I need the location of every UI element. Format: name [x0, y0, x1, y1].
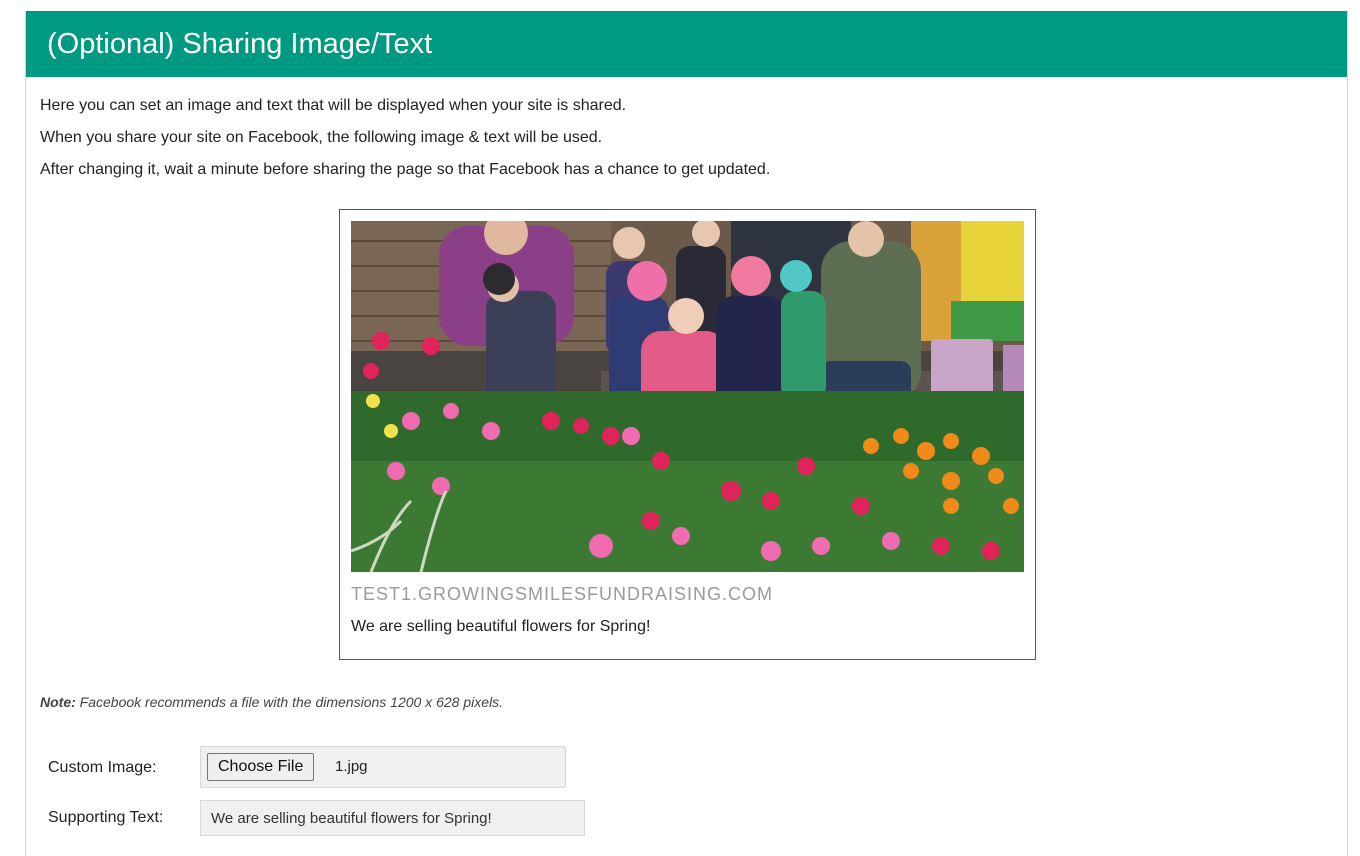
custom-image-file-input[interactable]: Choose File 1.jpg [200, 746, 566, 788]
supporting-text-label: Supporting Text: [48, 809, 164, 826]
intro-line-1: Here you can set an image and text that … [40, 97, 627, 114]
intro-line-2: When you share your site on Facebook, th… [40, 129, 603, 146]
note-label: Note: [40, 694, 76, 710]
sharing-panel: (Optional) Sharing Image/Text Here you c… [25, 11, 1348, 856]
panel-title: (Optional) Sharing Image/Text [26, 11, 1347, 77]
intro-text: Here you can set an image and text that … [40, 96, 770, 192]
custom-image-label: Custom Image: [48, 759, 157, 776]
choose-file-button[interactable]: Choose File [207, 753, 315, 781]
dimensions-note: Note: Facebook recommends a file with th… [40, 694, 503, 710]
preview-domain: TEST1.GROWINGSMILESFUNDRAISING.COM [351, 584, 774, 604]
share-preview-card: TEST1.GROWINGSMILESFUNDRAISING.COM We ar… [339, 209, 1036, 660]
supporting-text-input[interactable] [200, 800, 585, 836]
intro-line-3: After changing it, wait a minute before … [40, 161, 771, 178]
selected-file-name: 1.jpg [335, 758, 368, 775]
note-text: Facebook recommends a file with the dime… [75, 694, 504, 710]
preview-supporting-text: We are selling beautiful flowers for Spr… [351, 618, 651, 635]
share-preview-image [351, 221, 1024, 572]
